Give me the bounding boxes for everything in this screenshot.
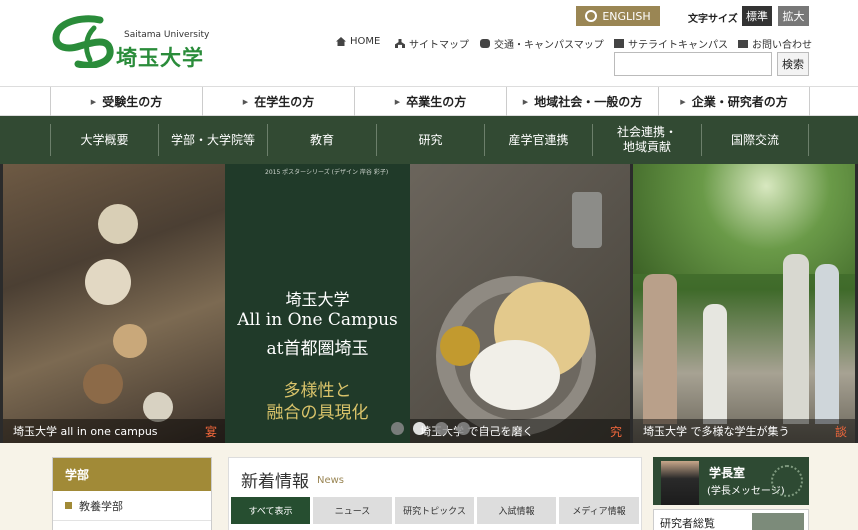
slider-dot-4[interactable] (457, 422, 470, 435)
util-link-label: サイトマップ (409, 40, 469, 51)
audience-nav: ▶ 受験生の方 ▶ 在学生の方 ▶ 卒業生の方 ▶ 地域社会・一般の方 ▶ 企業・研究者の… (0, 86, 858, 116)
president-photo (661, 461, 699, 505)
logo-japanese-text: 埼玉大学 (116, 46, 204, 70)
researcher-directory-link[interactable]: 研究者総覧 (653, 509, 809, 530)
util-link-contact[interactable]: お問い合わせ (738, 36, 812, 51)
logo-mark-icon (52, 15, 114, 68)
sidebar-heading: 学部 (53, 458, 211, 491)
poster-line-1: 埼玉大学 (285, 290, 350, 309)
util-link-access[interactable]: 交通・キャンパスマップ (480, 36, 604, 51)
sidebar-item-label: 教養学部 (79, 499, 123, 513)
news-tab-media[interactable]: メディア情報 (559, 497, 639, 524)
hero-photo-feast: 埼玉大学 all in one campus 宴 (3, 164, 225, 443)
poster-line-5: 融合の具現化 (266, 403, 369, 423)
util-link-label: 交通・キャンパスマップ (494, 40, 604, 51)
ornament-icon (771, 465, 803, 497)
news-tab-all[interactable]: すべて表示 (231, 497, 310, 524)
mail-icon (738, 39, 748, 48)
slider-dot-3[interactable] (435, 422, 448, 435)
arrow-right-icon: ▶ (680, 97, 686, 106)
hero-caption-kanji: 談 (834, 425, 847, 439)
hero-caption-1: 埼玉大学 all in one campus 宴 (3, 419, 225, 443)
building-icon (614, 39, 624, 48)
audience-nav-label: 地域社会・一般の方 (534, 95, 643, 109)
arrow-right-icon: ▶ (242, 97, 249, 106)
news-tab-admissions[interactable]: 入試情報 (477, 497, 556, 524)
hero-photo-meal: 埼玉大学 で自己を磨く 究 (410, 164, 630, 443)
researcher-thumbnail (752, 513, 804, 530)
audience-nav-label: 在学生の方 (254, 95, 315, 109)
main-nav: 大学概要 学部・大学院等 教育 研究 産学官連携 社会連携・ 地域貢献 国際交流 (0, 116, 858, 164)
news-tab-news[interactable]: ニュース (313, 497, 392, 524)
arrow-right-icon: ▶ (522, 97, 529, 106)
audience-nav-business[interactable]: ▶ 企業・研究者の方 (658, 87, 810, 116)
logo-english-text: Saitama University (124, 30, 210, 40)
search-button[interactable]: 検索 (777, 52, 809, 76)
president-banner[interactable]: 学長室 (学長メッセージ) (653, 457, 809, 505)
site-header: Saitama University 埼玉大学 ENGLISH 文字サイズ 標準… (0, 0, 858, 86)
audience-nav-label: 企業・研究者の方 (691, 95, 788, 109)
news-tab-research[interactable]: 研究トピックス (395, 497, 474, 524)
main-nav-international[interactable]: 国際交流 (701, 124, 809, 156)
hero-caption-kanji: 宴 (204, 425, 217, 439)
hero-caption-text: 埼玉大学 all in one campus (13, 425, 158, 438)
audience-nav-students[interactable]: ▶ 在学生の方 (202, 87, 354, 116)
news-subtitle: News (317, 475, 345, 486)
audience-nav-prospective[interactable]: ▶ 受験生の方 (50, 87, 202, 116)
globe-icon (585, 10, 598, 22)
poster-line-3: at首都圏埼玉 (266, 339, 369, 359)
util-link-satellite[interactable]: サテライトキャンパス (614, 36, 728, 51)
poster-line-2: All in One Campus (237, 310, 398, 330)
util-link-label: お問い合わせ (752, 40, 812, 51)
font-size-label: 文字サイズ (688, 14, 738, 25)
home-icon (336, 37, 346, 46)
news-panel: 新着情報 News すべて表示 ニュース 研究トピックス 入試情報 メディア情報 (228, 457, 642, 530)
bus-icon (480, 39, 490, 48)
english-button[interactable]: ENGLISH (576, 6, 660, 26)
hero-slider[interactable]: 埼玉大学 all in one campus 宴 2015 ポスターシリーズ (… (0, 164, 858, 443)
util-link-label: サテライトキャンパス (628, 40, 728, 51)
audience-nav-label: 受験生の方 (102, 95, 163, 109)
util-link-sitemap[interactable]: サイトマップ (395, 36, 469, 51)
hero-caption-3: 埼玉大学 で多様な学生が集う 談 (633, 419, 855, 443)
bullet-icon (65, 502, 72, 509)
arrow-right-icon: ▶ (394, 97, 401, 106)
slider-dot-2[interactable] (413, 422, 426, 435)
university-logo[interactable]: Saitama University 埼玉大学 (50, 14, 210, 72)
main-nav-research[interactable]: 研究 (376, 124, 484, 156)
hero-caption-text: 埼玉大学 で多様な学生が集う (643, 425, 790, 438)
english-label: ENGLISH (602, 9, 651, 23)
slider-dot-1[interactable] (391, 422, 404, 435)
util-link-home[interactable]: HOME (336, 36, 380, 47)
main-nav-industry[interactable]: 産学官連携 (484, 124, 592, 156)
audience-nav-community[interactable]: ▶ 地域社会・一般の方 (506, 87, 658, 116)
poster-credit: 2015 ポスターシリーズ (デザイン 岸谷 彩子) (265, 169, 389, 176)
main-nav-education[interactable]: 教育 (267, 124, 376, 156)
researcher-directory-label: 研究者総覧 (660, 517, 715, 530)
arrow-right-icon: ▶ (90, 97, 97, 106)
sidebar-faculties: 学部 教養学部 (52, 457, 212, 530)
search-input[interactable] (614, 52, 772, 76)
hero-poster: 2015 ポスターシリーズ (デザイン 岸谷 彩子) 埼玉大学 All in O… (225, 164, 410, 443)
font-size-large-button[interactable]: 拡大 (778, 6, 809, 26)
hero-photo-gathering: 埼玉大学 で多様な学生が集う 談 (633, 164, 855, 443)
main-nav-about[interactable]: 大学概要 (50, 124, 158, 156)
content-area: 学部 教養学部 新着情報 News すべて表示 ニュース 研究トピックス 入試情… (0, 443, 858, 530)
util-link-label: HOME (350, 36, 381, 47)
news-title: 新着情報 (241, 472, 309, 492)
main-nav-community[interactable]: 社会連携・ 地域貢献 (592, 124, 701, 156)
sidebar-item-liberal-arts[interactable]: 教養学部 (53, 491, 211, 521)
audience-nav-alumni[interactable]: ▶ 卒業生の方 (354, 87, 506, 116)
president-banner-title: 学長室 (709, 466, 746, 480)
hero-caption-kanji: 究 (609, 425, 622, 439)
font-size-standard-button[interactable]: 標準 (742, 6, 772, 26)
main-nav-faculties[interactable]: 学部・大学院等 (158, 124, 267, 156)
sitemap-icon (395, 39, 405, 48)
audience-nav-label: 卒業生の方 (406, 95, 467, 109)
